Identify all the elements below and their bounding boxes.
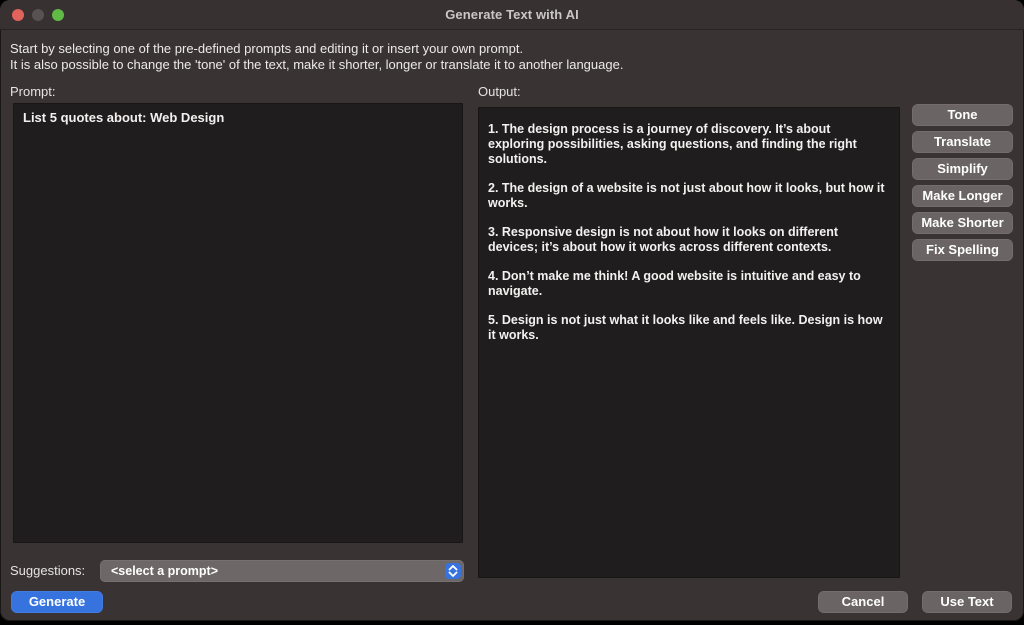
output-paragraph: 1. The design process is a journey of di…: [488, 122, 889, 167]
suggestions-selected-value: <select a prompt>: [100, 564, 218, 578]
translate-button[interactable]: Translate: [912, 131, 1013, 153]
intro-line-1: Start by selecting one of the pre-define…: [10, 41, 1010, 57]
fix-spelling-button[interactable]: Fix Spelling: [912, 239, 1013, 261]
output-paragraph: 5. Design is not just what it looks like…: [488, 313, 889, 343]
output-paragraph: 2. The design of a website is not just a…: [488, 181, 889, 211]
make-shorter-button[interactable]: Make Shorter: [912, 212, 1013, 234]
cancel-button[interactable]: Cancel: [818, 591, 908, 613]
minimize-icon[interactable]: [32, 9, 44, 21]
prompt-label: Prompt:: [10, 84, 56, 99]
modifier-buttons: Tone Translate Simplify Make Longer Make…: [912, 104, 1013, 261]
intro-text: Start by selecting one of the pre-define…: [10, 41, 1010, 72]
suggestions-label: Suggestions:: [10, 563, 85, 578]
simplify-button[interactable]: Simplify: [912, 158, 1013, 180]
output-label: Output:: [478, 84, 521, 99]
generate-text-dialog: Generate Text with AI Start by selecting…: [0, 0, 1024, 621]
traffic-lights: [12, 9, 64, 21]
prompt-text: List 5 quotes about: Web Design: [23, 110, 453, 126]
close-icon[interactable]: [12, 9, 24, 21]
generate-button[interactable]: Generate: [11, 591, 103, 613]
window-title: Generate Text with AI: [445, 7, 579, 22]
up-down-chevrons-icon: [445, 563, 461, 579]
output-paragraph: 3. Responsive design is not about how it…: [488, 225, 889, 255]
dialog-content: Start by selecting one of the pre-define…: [0, 31, 1024, 621]
tone-button[interactable]: Tone: [912, 104, 1013, 126]
zoom-icon[interactable]: [52, 9, 64, 21]
use-text-button[interactable]: Use Text: [922, 591, 1012, 613]
prompt-textarea[interactable]: List 5 quotes about: Web Design: [13, 103, 463, 543]
title-bar[interactable]: Generate Text with AI: [0, 0, 1024, 30]
output-paragraph: 4. Don’t make me think! A good website i…: [488, 269, 889, 299]
make-longer-button[interactable]: Make Longer: [912, 185, 1013, 207]
output-textarea[interactable]: 1. The design process is a journey of di…: [478, 107, 900, 578]
intro-line-2: It is also possible to change the 'tone'…: [10, 57, 1010, 73]
suggestions-select[interactable]: <select a prompt>: [100, 560, 464, 582]
